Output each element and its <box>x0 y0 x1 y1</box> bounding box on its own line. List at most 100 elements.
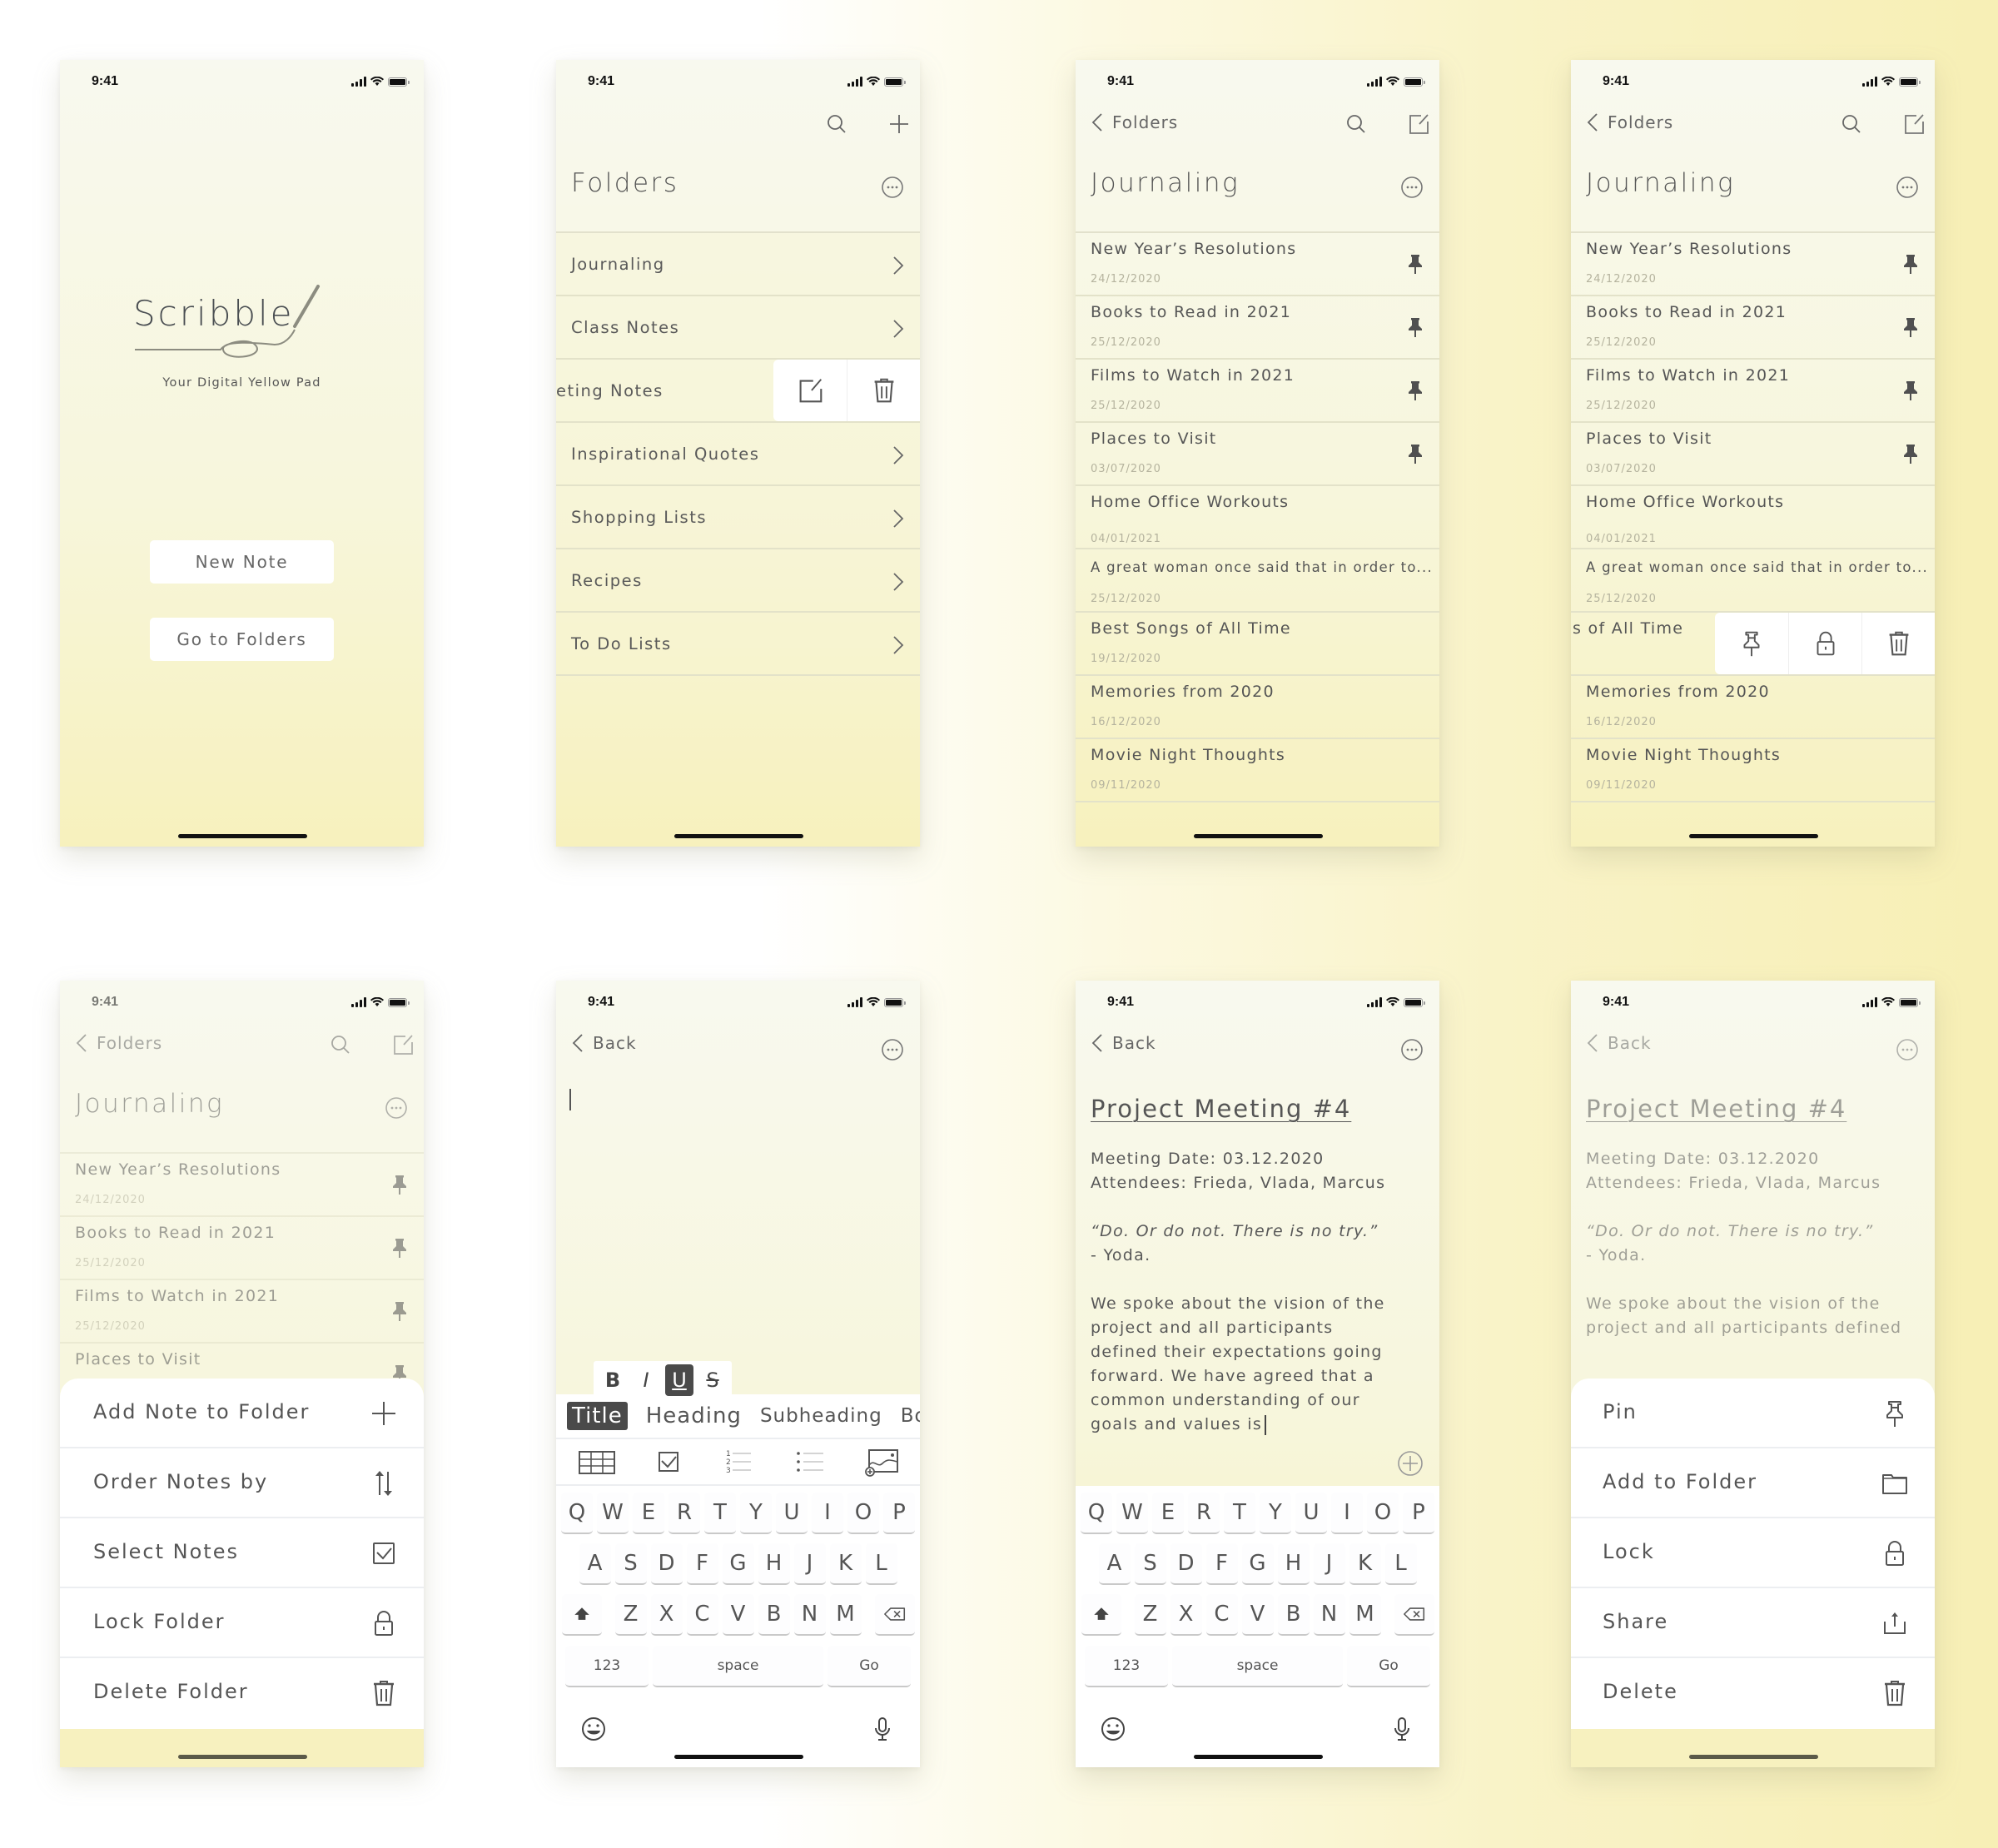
pin-item[interactable]: Pin <box>1571 1379 1935 1448</box>
back-button[interactable]: Folders <box>1586 112 1673 133</box>
note-item[interactable]: Memories from 2020 16/12/2020 <box>1571 676 1935 739</box>
key-f[interactable]: F <box>686 1543 718 1585</box>
delete-note-button[interactable] <box>1861 613 1935 674</box>
underline-button[interactable]: U <box>665 1364 693 1396</box>
key-f[interactable]: F <box>1205 1543 1238 1585</box>
emoji-icon[interactable] <box>1099 1715 1127 1743</box>
emoji-icon[interactable] <box>579 1715 608 1743</box>
back-button[interactable]: Back <box>1091 1032 1156 1054</box>
note-item[interactable]: Films to Watch in 2021 25/12/2020 <box>60 1280 424 1344</box>
key-y[interactable]: Y <box>740 1493 772 1534</box>
note-item[interactable]: Home Office Workouts 04/01/2021 <box>1076 486 1439 549</box>
search-icon[interactable] <box>1839 112 1864 137</box>
note-item[interactable]: Memories from 2020 16/12/2020 <box>1076 676 1439 739</box>
key-l[interactable]: L <box>1384 1543 1417 1585</box>
insert-image-icon[interactable] <box>859 1445 901 1478</box>
note-item[interactable]: Books to Read in 2021 25/12/2020 <box>1571 296 1935 360</box>
folder-item-swiped[interactable]: eting Notes <box>556 360 920 423</box>
key-q[interactable]: Q <box>1081 1493 1112 1534</box>
key-r[interactable]: R <box>668 1493 700 1534</box>
key-o[interactable]: O <box>1367 1493 1399 1534</box>
go-key[interactable]: Go <box>828 1646 911 1687</box>
note-item[interactable]: A great woman once said that in order to… <box>1076 549 1439 613</box>
microphone-icon[interactable] <box>1388 1715 1416 1743</box>
go-to-folders-button[interactable]: Go to Folders <box>150 618 334 661</box>
pin-note-button[interactable] <box>1715 613 1788 674</box>
note-item[interactable]: Places to Visit 03/07/2020 <box>1076 423 1439 486</box>
note-title[interactable]: Project Meeting #4 <box>1091 1095 1351 1123</box>
key-y[interactable]: Y <box>1260 1493 1291 1534</box>
key-z[interactable]: Z <box>1134 1594 1166 1636</box>
key-x[interactable]: X <box>650 1594 683 1636</box>
order-notes-item[interactable]: Order Notes by <box>60 1448 424 1518</box>
key-z[interactable]: Z <box>614 1594 647 1636</box>
key-e[interactable]: E <box>633 1493 664 1534</box>
key-k[interactable]: K <box>829 1543 862 1585</box>
key-g[interactable]: G <box>1241 1543 1274 1585</box>
add-folder-icon[interactable] <box>887 112 912 137</box>
more-options-icon[interactable] <box>1895 175 1920 200</box>
delete-folder-item[interactable]: Delete Folder <box>60 1658 424 1728</box>
key-x[interactable]: X <box>1170 1594 1202 1636</box>
delete-folder-button[interactable] <box>847 360 920 421</box>
shift-key[interactable] <box>561 1594 602 1636</box>
key-v[interactable]: V <box>722 1594 754 1636</box>
key-d[interactable]: D <box>1170 1543 1202 1585</box>
numbers-key[interactable]: 123 <box>1085 1646 1168 1687</box>
key-q[interactable]: Q <box>561 1493 593 1534</box>
compose-icon[interactable] <box>1406 112 1431 137</box>
key-w[interactable]: W <box>1116 1493 1148 1534</box>
folder-item[interactable]: Journaling <box>556 233 920 296</box>
microphone-icon[interactable] <box>868 1715 897 1743</box>
note-item[interactable]: New Year’s Resolutions 24/12/2020 <box>1571 233 1935 296</box>
select-notes-item[interactable]: Select Notes <box>60 1518 424 1588</box>
go-key[interactable]: Go <box>1347 1646 1430 1687</box>
key-t[interactable]: T <box>1224 1493 1255 1534</box>
note-item[interactable]: A great woman once said that in order to… <box>1571 549 1935 613</box>
lock-item[interactable]: Lock <box>1571 1518 1935 1588</box>
numbers-key[interactable]: 123 <box>565 1646 649 1687</box>
note-item[interactable]: Movie Night Thoughts 09/11/2020 <box>1076 739 1439 802</box>
back-button[interactable]: Back <box>571 1032 637 1054</box>
folder-item[interactable]: Shopping Lists <box>556 486 920 549</box>
key-v[interactable]: V <box>1241 1594 1274 1636</box>
lock-note-button[interactable] <box>1788 613 1861 674</box>
key-h[interactable]: H <box>758 1543 790 1585</box>
table-icon[interactable] <box>576 1445 618 1478</box>
search-icon[interactable] <box>328 1032 353 1057</box>
style-subheading[interactable]: Subheading <box>760 1405 882 1427</box>
more-options-icon[interactable] <box>384 1095 409 1120</box>
note-item[interactable]: Home Office Workouts 04/01/2021 <box>1571 486 1935 549</box>
key-k[interactable]: K <box>1349 1543 1381 1585</box>
search-icon[interactable] <box>824 112 849 137</box>
key-d[interactable]: D <box>650 1543 683 1585</box>
lock-folder-item[interactable]: Lock Folder <box>60 1588 424 1658</box>
key-o[interactable]: O <box>847 1493 879 1534</box>
note-item[interactable]: Films to Watch in 2021 25/12/2020 <box>1571 360 1935 423</box>
key-a[interactable]: A <box>1098 1543 1131 1585</box>
key-n[interactable]: N <box>793 1594 826 1636</box>
space-key[interactable]: space <box>1172 1646 1343 1687</box>
back-button[interactable]: Folders <box>75 1032 162 1054</box>
backspace-key[interactable] <box>874 1594 915 1636</box>
checklist-icon[interactable] <box>647 1445 688 1478</box>
key-m[interactable]: M <box>829 1594 862 1636</box>
edit-folder-button[interactable] <box>773 360 847 421</box>
folder-item[interactable]: Inspirational Quotes <box>556 423 920 486</box>
key-j[interactable]: J <box>793 1543 826 1585</box>
key-c[interactable]: C <box>686 1594 718 1636</box>
key-u[interactable]: U <box>1295 1493 1327 1534</box>
more-options-icon[interactable] <box>880 175 905 200</box>
key-m[interactable]: M <box>1349 1594 1381 1636</box>
back-button[interactable]: Folders <box>1091 112 1178 133</box>
note-item[interactable]: Best Songs of All Time 19/12/2020 <box>1076 613 1439 676</box>
space-key[interactable]: space <box>653 1646 823 1687</box>
folder-item[interactable]: Class Notes <box>556 296 920 360</box>
key-p[interactable]: P <box>1403 1493 1434 1534</box>
note-item[interactable]: Movie Night Thoughts 09/11/2020 <box>1571 739 1935 802</box>
folder-item[interactable]: To Do Lists <box>556 613 920 676</box>
key-i[interactable]: I <box>812 1493 843 1534</box>
share-item[interactable]: Share <box>1571 1588 1935 1658</box>
compose-icon[interactable] <box>390 1032 415 1057</box>
key-e[interactable]: E <box>1152 1493 1184 1534</box>
